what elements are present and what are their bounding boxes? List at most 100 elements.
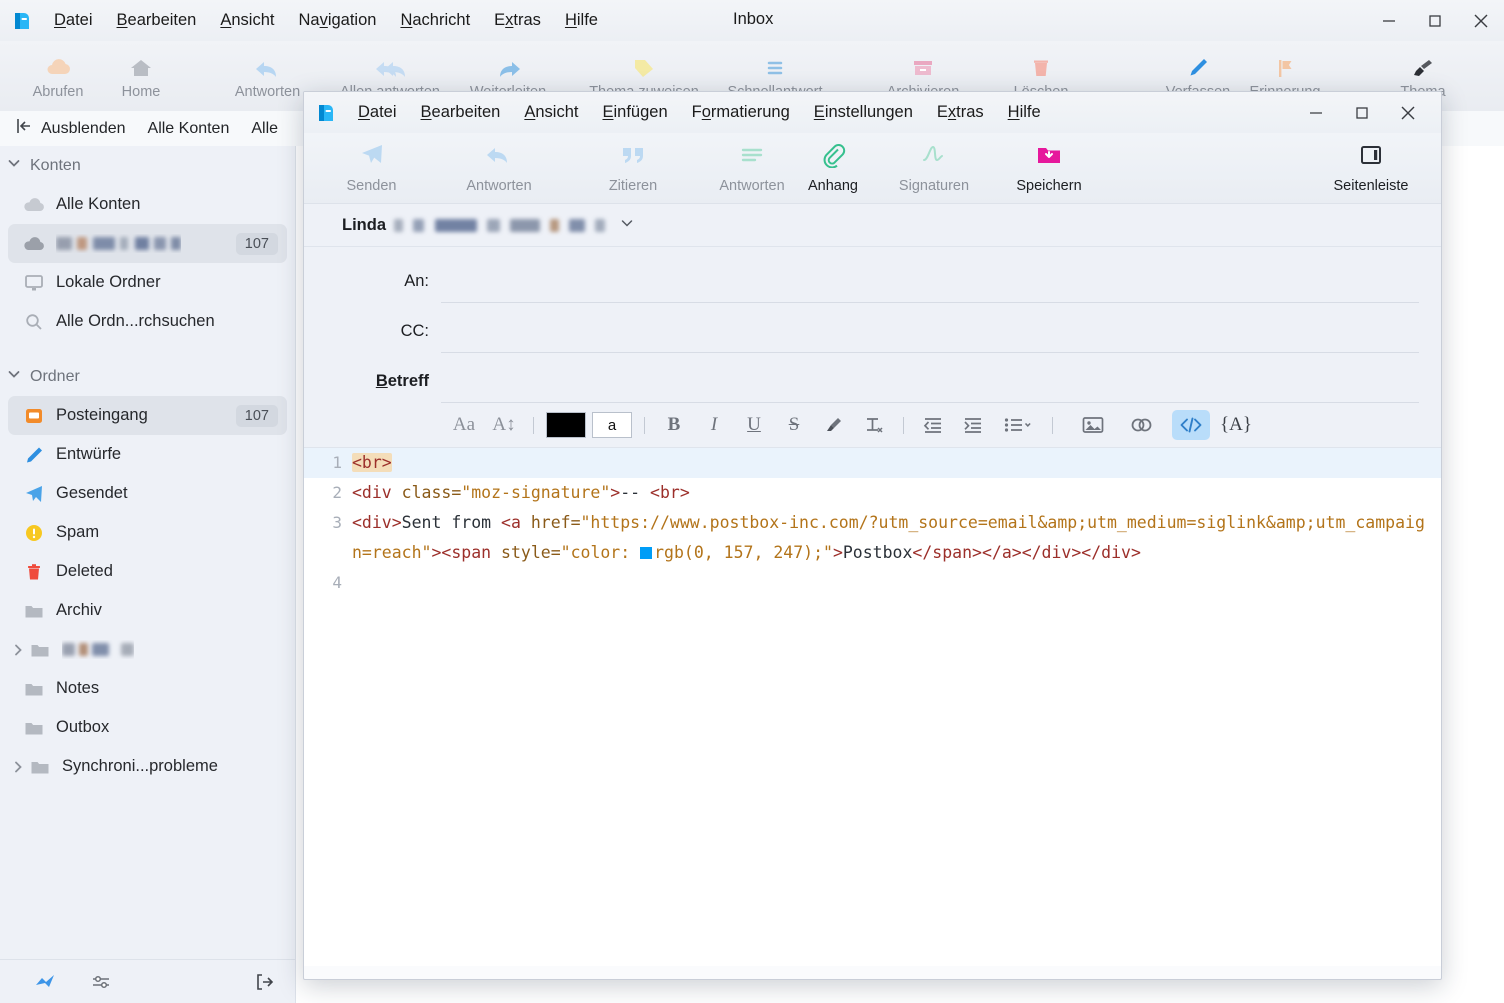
menu-navigation[interactable]: Navigation [286,6,388,35]
chevron-down-icon[interactable] [619,215,635,236]
sidebar-item-gesendet[interactable]: Gesendet [8,474,287,513]
sidebar-item-alle-ordner-durchsuchen[interactable]: Alle Ordn...rchsuchen [8,302,287,341]
compose-maximize-button[interactable] [1339,92,1385,133]
close-button[interactable] [1458,0,1504,41]
menu-hilfe[interactable]: Hilfe [553,6,610,35]
subbar-alle-konten[interactable]: Alle Konten [148,120,230,138]
sidebar-item-label: Gesendet [56,484,128,502]
toolbar-abrufen[interactable]: Abrufen [18,41,98,111]
menu-bearbeiten[interactable]: Bearbeiten [105,6,209,35]
sidebar-item-notes[interactable]: Notes [8,669,287,708]
compose-toolbar-label: Antworten [719,178,785,194]
compose-menu-einstellungen[interactable]: Einstellungen [802,98,925,127]
compose-menu-einfuegen[interactable]: Einfügen [590,98,679,127]
subbar-ausblenden[interactable]: Ausblenden [14,117,126,140]
sidebar-item-deleted[interactable]: Deleted [8,552,287,591]
chevron-right-icon[interactable] [10,643,26,657]
editor-line-4[interactable]: 4 [304,568,1441,598]
compose-save-button[interactable]: Speichern [994,133,1104,203]
menu-nachricht[interactable]: Nachricht [388,6,482,35]
sidebar-item-alle-konten[interactable]: Alle Konten [8,185,287,224]
sidebar-item-outbox[interactable]: Outbox [8,708,287,747]
section-ordner-header[interactable]: Ordner [0,357,295,396]
filter-sliders-icon[interactable] [84,965,118,999]
main-statusbar [0,959,296,1003]
list-icon[interactable] [996,410,1040,440]
compose-quote-button[interactable]: Zitieren [584,133,682,203]
line-code[interactable]: <div class="moz-signature">-- <br> [352,478,1441,508]
html-source-editor[interactable]: 1 <br> 2 <div class="moz-signature">-- <… [304,448,1441,966]
line-code[interactable]: <div>Sent from <a href="https://www.post… [352,508,1441,568]
minimize-button[interactable] [1366,0,1412,41]
sidebar-item-posteingang[interactable]: Posteingang 107 [8,396,287,435]
compose-reply-button[interactable]: Antworten [444,133,554,203]
sidebar-item-label: Notes [56,679,100,697]
separator [533,416,534,434]
main-window-title: Inbox [733,10,774,28]
activity-icon[interactable] [28,965,62,999]
compose-window: Datei Bearbeiten Ansicht Einfügen Format… [303,91,1442,980]
compose-sidebar-toggle[interactable]: Seitenleiste [1311,133,1431,203]
chevron-right-icon[interactable] [10,760,26,774]
from-address-redacted [394,218,605,232]
line-code[interactable]: <br> [352,448,1441,478]
compose-signatures-button[interactable]: Signaturen [874,133,994,203]
compose-menu-bearbeiten[interactable]: Bearbeiten [409,98,513,127]
compose-send-button[interactable]: Senden [324,133,419,203]
compose-menu-formatierung[interactable]: Formatierung [680,98,802,127]
toolbar-home[interactable]: Home [102,41,180,111]
bold-icon[interactable]: B [657,410,691,440]
menu-datei[interactable]: Datei [42,6,105,35]
sidebar-item-entwuerfe[interactable]: Entwürfe [8,435,287,474]
editor-line-1[interactable]: 1 <br> [304,448,1441,478]
italic-icon[interactable]: I [697,410,731,440]
menu-ansicht[interactable]: Ansicht [208,6,286,35]
subbar-alle[interactable]: Alle [251,120,278,138]
from-identity-row[interactable]: Linda [304,204,1441,247]
cc-input[interactable] [441,308,1419,353]
compose-toolbar-label: Senden [346,178,397,194]
underline-icon[interactable]: U [737,410,771,440]
insert-link-icon[interactable] [1125,410,1159,440]
strikethrough-icon[interactable]: S [777,410,811,440]
compose-minimize-button[interactable] [1293,92,1339,133]
text-color-swatch[interactable] [546,412,586,438]
sidebar-item-label: Spam [56,523,100,541]
compose-menu-hilfe[interactable]: Hilfe [996,98,1053,127]
indent-icon[interactable] [956,410,990,440]
compose-menu-datei[interactable]: Datei [346,98,409,127]
logout-icon[interactable] [248,965,282,999]
clear-formatting-icon[interactable] [857,410,891,440]
insert-placeholder-icon[interactable]: {A} [1216,410,1256,440]
html-source-icon[interactable] [1172,410,1210,440]
font-size-icon[interactable]: A↕ [487,410,521,440]
sidebar-item-lokale-ordner[interactable]: Lokale Ordner [8,263,287,302]
highlighter-icon[interactable] [817,410,851,440]
section-konten-header[interactable]: Konten [0,146,295,185]
outdent-icon[interactable] [916,410,950,440]
editor-line-3[interactable]: 3 <div>Sent from <a href="https://www.po… [304,508,1441,568]
compose-attachment-button[interactable]: Anhang [792,133,874,203]
highlight-color-swatch[interactable]: a [592,412,632,438]
compose-toolbar-label: Speichern [1016,178,1082,194]
sidebar-item-folder-redacted[interactable] [8,630,287,669]
paperclip-icon [819,142,847,173]
sidebar-item-label: Posteingang [56,406,148,424]
maximize-button[interactable] [1412,0,1458,41]
insert-image-icon[interactable] [1076,410,1110,440]
subject-input[interactable] [441,358,1419,403]
editor-line-2[interactable]: 2 <div class="moz-signature">-- <br> [304,478,1441,508]
sidebar-item-archiv[interactable]: Archiv [8,591,287,630]
compose-menu-ansicht[interactable]: Ansicht [512,98,590,127]
compose-close-button[interactable] [1385,92,1431,133]
compose-header-fields: An: CC: Betreff [304,247,1441,403]
sidebar-item-synchronisationsprobleme[interactable]: Synchroni...probleme [8,747,287,786]
compose-menu-extras[interactable]: Extras [925,98,996,127]
menu-extras[interactable]: Extras [482,6,553,35]
to-input[interactable] [441,258,1419,303]
sidebar-item-account[interactable]: 107 [8,224,287,263]
sidebar-item-spam[interactable]: Spam [8,513,287,552]
sidebar-item-label: Deleted [56,562,113,580]
font-family-icon[interactable]: Aa [447,410,481,440]
editor-lines[interactable]: 1 <br> 2 <div class="moz-signature">-- <… [304,448,1441,966]
